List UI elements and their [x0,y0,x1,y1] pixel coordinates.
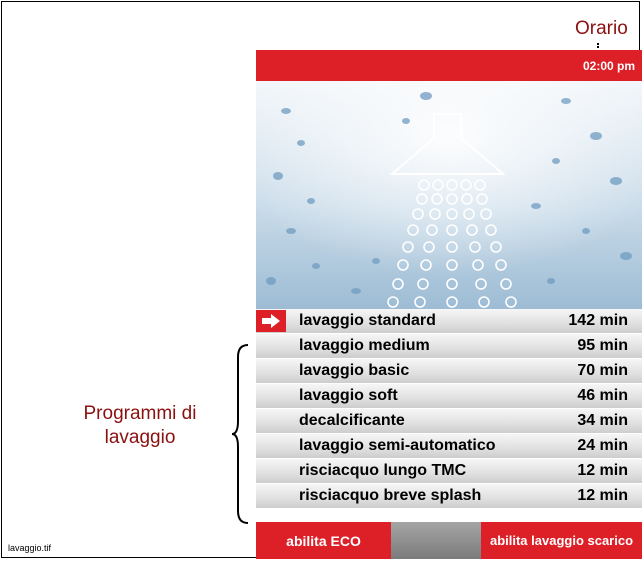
enable-eco-button[interactable]: abilita ECO [256,522,391,559]
program-row-medium[interactable]: lavaggio medium 95 min [256,334,642,358]
program-duration: 95 min [577,337,628,354]
file-caption: lavaggio.tif [8,543,52,553]
program-row-semi-automatico[interactable]: lavaggio semi-automatico 24 min [256,434,642,458]
program-row-standard[interactable]: lavaggio standard 142 min [256,309,642,333]
enable-drain-wash-label: abilita lavaggio scarico [489,532,634,548]
footer-spacer [391,522,481,559]
program-list: lavaggio standard 142 min lavaggio mediu… [256,309,642,509]
program-name: lavaggio soft [299,387,398,404]
program-duration: 46 min [577,387,628,404]
arrow-right-icon [256,310,286,332]
status-bar: 02:00 pm [256,50,642,81]
annotation-programmi: Programmi di lavaggio [83,403,197,448]
annotation-orario: Orario [575,18,628,39]
program-duration: 12 min [577,487,628,504]
program-row-risciacquo-lungo[interactable]: risciacquo lungo TMC 12 min [256,459,642,483]
program-name: lavaggio medium [299,337,430,354]
enable-drain-wash-button[interactable]: abilita lavaggio scarico [481,522,642,559]
program-row-decalcificante[interactable]: decalcificante 34 min [256,409,642,433]
program-name: decalcificante [299,412,405,429]
program-row-soft[interactable]: lavaggio soft 46 min [256,384,642,408]
program-duration: 142 min [568,312,628,329]
program-name: risciacquo lungo TMC [299,462,467,479]
program-name: lavaggio semi-automatico [299,437,496,454]
shower-head-icon [256,81,642,309]
program-name: lavaggio standard [299,312,436,329]
program-duration: 12 min [577,462,628,479]
clock: 02:00 pm [582,59,635,73]
program-duration: 70 min [577,362,628,379]
program-duration: 34 min [577,412,628,429]
device-screen: 02:00 pm lavaggio standard 142 min lavag… [256,50,642,559]
program-name: risciacquo breve splash [299,487,482,504]
program-duration: 24 min [577,437,628,454]
program-name: lavaggio basic [299,362,410,379]
brace-icon [231,344,249,524]
footer-bar: abilita ECO abilita lavaggio scarico [256,522,642,559]
program-row-risciacquo-breve[interactable]: risciacquo breve splash 12 min [256,484,642,508]
program-row-basic[interactable]: lavaggio basic 70 min [256,359,642,383]
hero-image [256,81,642,309]
